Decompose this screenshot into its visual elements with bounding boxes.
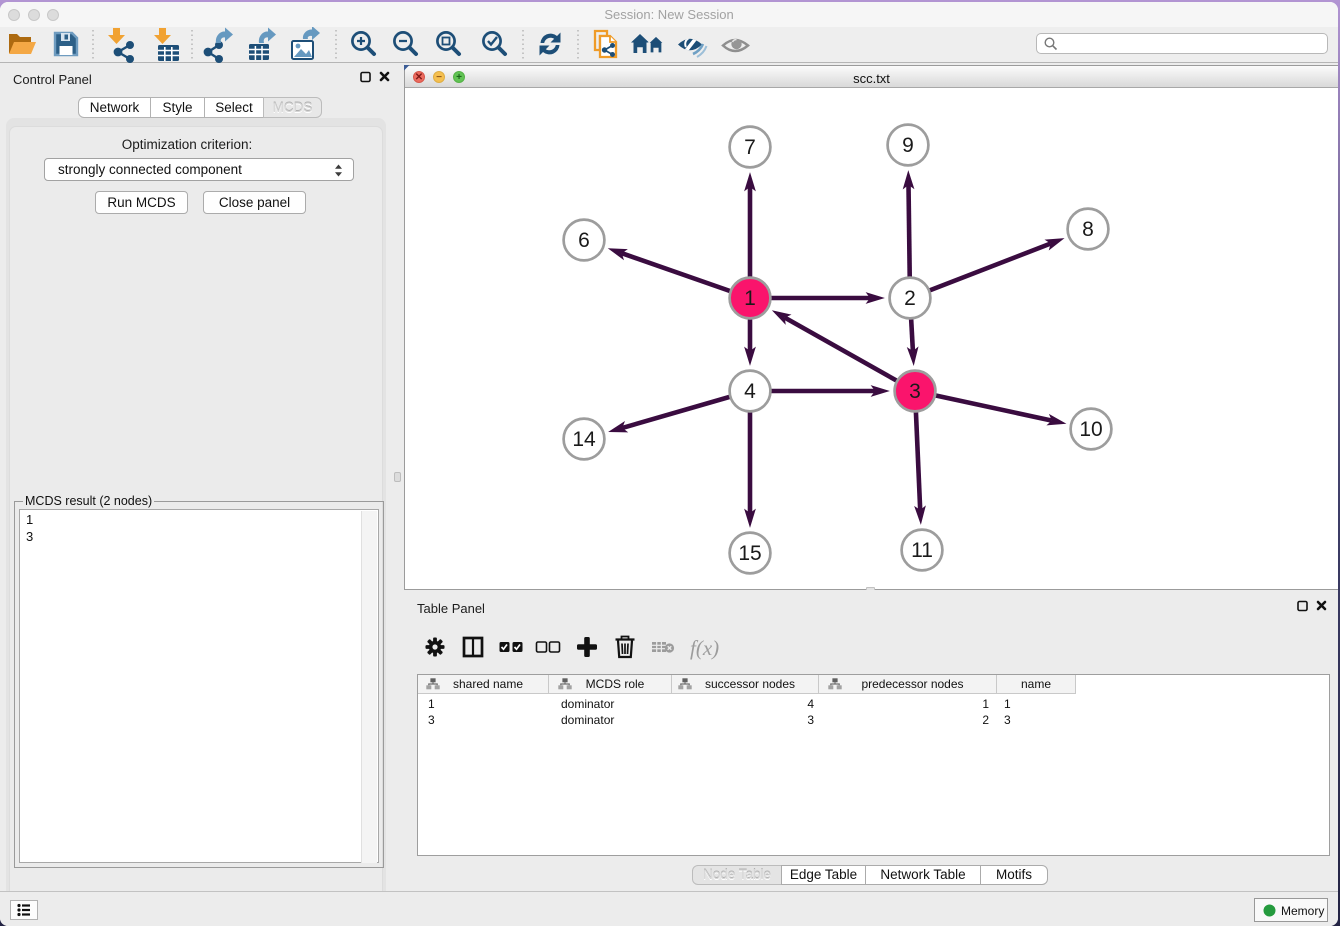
- svg-text:14: 14: [572, 428, 596, 451]
- svg-text:15: 15: [738, 542, 761, 565]
- svg-text:7: 7: [744, 136, 756, 159]
- svg-text:9: 9: [902, 134, 914, 157]
- svg-text:4: 4: [744, 380, 756, 403]
- svg-text:f(x): f(x): [690, 636, 719, 660]
- svg-text:1: 1: [744, 287, 756, 310]
- svg-text:10: 10: [1079, 418, 1102, 441]
- svg-text:3: 3: [909, 380, 921, 403]
- svg-text:11: 11: [911, 539, 933, 562]
- svg-text:8: 8: [1082, 218, 1094, 241]
- svg-text:2: 2: [904, 287, 916, 310]
- svg-text:6: 6: [578, 229, 590, 252]
